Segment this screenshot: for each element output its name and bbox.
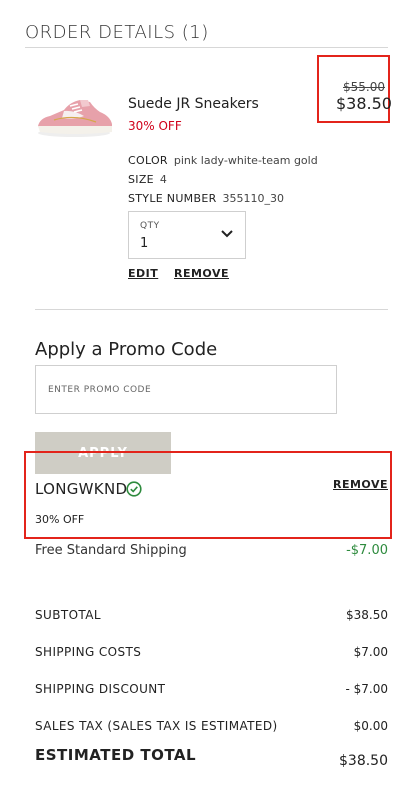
- page-title: ORDER DETAILS (1): [25, 22, 209, 43]
- remove-item-link[interactable]: REMOVE: [174, 267, 229, 280]
- sneaker-image: [38, 100, 112, 137]
- original-price: $55.00: [343, 80, 385, 94]
- check-circle-icon: [126, 481, 142, 497]
- edit-item-link[interactable]: EDIT: [128, 267, 158, 280]
- spec-size-label: SIZE: [128, 173, 154, 186]
- item-divider: [35, 309, 388, 310]
- spec-size-value: 4: [159, 173, 167, 186]
- spec-color-value: pink lady-white-team gold: [173, 154, 318, 167]
- estimated-total-label: ESTIMATED TOTAL: [35, 746, 197, 764]
- summary-shipping-label: SHIPPING COSTS: [35, 645, 142, 659]
- shipping-promo-label: Free Standard Shipping: [35, 543, 187, 558]
- summary-shipping-discount-value: - $7.00: [345, 682, 389, 696]
- applied-promo-code: LONGWKND: [35, 480, 128, 498]
- product-name[interactable]: Suede JR Sneakers: [128, 96, 259, 112]
- promo-heading: Apply a Promo Code: [35, 339, 218, 360]
- spec-style: STYLE NUMBER 355110_30: [128, 192, 284, 205]
- chevron-down-icon: [221, 230, 233, 238]
- quantity-value: 1: [140, 236, 149, 251]
- header-divider: [25, 47, 388, 48]
- shipping-promo-value: -$7.00: [346, 543, 388, 558]
- summary-subtotal-value: $38.50: [346, 608, 388, 622]
- spec-style-value: 355110_30: [222, 192, 285, 205]
- promo-code-input[interactable]: [35, 365, 337, 414]
- spec-color: COLOR pink lady-white-team gold: [128, 154, 318, 167]
- estimated-total-value: $38.50: [339, 753, 388, 769]
- summary-shipping-discount-label: SHIPPING DISCOUNT: [35, 682, 166, 696]
- spec-color-label: COLOR: [128, 154, 168, 167]
- quantity-label: QTY: [140, 221, 160, 231]
- quantity-select[interactable]: QTY 1: [128, 211, 246, 259]
- remove-promo-link[interactable]: REMOVE: [333, 478, 388, 491]
- summary-subtotal-label: SUBTOTAL: [35, 608, 101, 622]
- applied-promo-discount: 30% OFF: [35, 513, 85, 526]
- summary-tax-label: SALES TAX (SALES TAX IS ESTIMATED): [35, 719, 278, 733]
- summary-tax-value: $0.00: [353, 719, 388, 733]
- summary-shipping-value: $7.00: [353, 645, 388, 659]
- spec-style-label: STYLE NUMBER: [128, 192, 217, 205]
- spec-size: SIZE 4: [128, 173, 167, 186]
- sale-price: $38.50: [336, 94, 392, 113]
- product-discount-label: 30% OFF: [128, 119, 182, 133]
